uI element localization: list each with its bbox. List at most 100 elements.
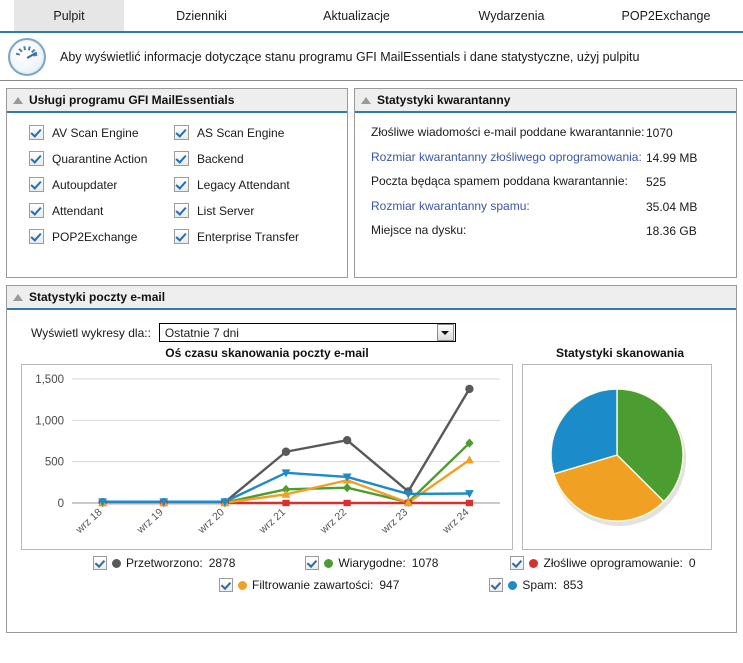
tab-pulpit[interactable]: Pulpit [14, 0, 124, 31]
scan-stats-chart-block: Statystyki skanowania [513, 346, 718, 550]
tab-label: Dzienniki [176, 9, 227, 23]
checkbox-checked-icon[interactable] [29, 203, 44, 218]
service-label: AV Scan Engine [52, 126, 139, 140]
svg-text:wrz 24: wrz 24 [440, 506, 472, 536]
legend-value: 947 [379, 578, 399, 592]
legend-item-legitimate[interactable]: Wiarygodne: 1078 [305, 556, 438, 570]
chart-range-filter-row: Wyświetl wykresy dla:: Ostatnie 7 dni [7, 310, 736, 342]
tab-label: Wydarzenia [479, 9, 545, 23]
banner-text: Aby wyświetlić informacje dotyczące stan… [60, 50, 639, 64]
services-list: AV Scan Engine AS Scan Engine Quarantine… [7, 113, 347, 244]
chart-range-select[interactable]: Ostatnie 7 dni [159, 323, 456, 342]
tab-aktualizacje[interactable]: Aktualizacje [279, 0, 434, 31]
checkbox-checked-icon[interactable] [219, 578, 233, 592]
series-color-swatch [529, 559, 538, 568]
checkbox-checked-icon[interactable] [174, 151, 189, 166]
row-value: 14.99 MB [646, 150, 728, 165]
timeline-chart-title: Oś czasu skanowania poczty e-mail [21, 346, 513, 360]
row-label: Poczta będąca spamem poddana kwarantanni… [363, 174, 646, 190]
email-stats-panel: Statystyki poczty e-mail Wyświetl wykres… [6, 285, 737, 633]
chart-range-selected-value: Ostatnie 7 dni [160, 326, 437, 340]
quarantine-stats-panel: Statystyki kwarantanny Złośliwe wiadomoś… [354, 88, 737, 278]
tab-dzienniki[interactable]: Dzienniki [124, 0, 279, 31]
timeline-chart-svg: 05001,0001,500wrz 18wrz 19wrz 20wrz 21wr… [22, 365, 512, 549]
chevron-down-icon[interactable] [437, 324, 454, 341]
charts-row: Oś czasu skanowania poczty e-mail 05001,… [7, 342, 736, 550]
checkbox-checked-icon[interactable] [174, 203, 189, 218]
checkbox-checked-icon[interactable] [29, 177, 44, 192]
checkbox-checked-icon[interactable] [29, 151, 44, 166]
service-label: Attendant [52, 204, 103, 218]
service-item-av-scan-engine[interactable]: AV Scan Engine [29, 125, 174, 140]
checkbox-checked-icon[interactable] [29, 229, 44, 244]
checkbox-checked-icon[interactable] [174, 125, 189, 140]
svg-text:wrz 22: wrz 22 [317, 506, 349, 536]
quarantine-row-disk-space: Miejsce na dysku: 18.36 GB [363, 223, 728, 239]
legend-label: Spam: [522, 578, 557, 592]
checkbox-checked-icon[interactable] [174, 177, 189, 192]
service-item-quarantine-action[interactable]: Quarantine Action [29, 151, 174, 166]
svg-text:1,000: 1,000 [35, 415, 64, 427]
svg-text:wrz 20: wrz 20 [195, 506, 227, 536]
service-label: Autoupdater [52, 178, 117, 192]
legend-row-1: Przetworzono: 2878 Wiarygodne: 1078 Złoś… [7, 556, 736, 570]
pie-chart-title: Statystyki skanowania [522, 346, 718, 360]
legend-item-malware[interactable]: Złośliwe oprogramowanie: 0 [510, 556, 695, 570]
triangle-up-icon[interactable] [13, 97, 23, 104]
service-item-attendant[interactable]: Attendant [29, 203, 174, 218]
quarantine-stats-list: Złośliwe wiadomości e-mail poddane kwara… [355, 113, 736, 256]
row-label-link[interactable]: Rozmiar kwarantanny spamu: [363, 199, 646, 215]
series-color-swatch [508, 581, 517, 590]
legend-item-processed[interactable]: Przetworzono: 2878 [93, 556, 235, 570]
service-item-list-server[interactable]: List Server [174, 203, 347, 218]
quarantine-row-spam-count: Poczta będąca spamem poddana kwarantanni… [363, 174, 728, 190]
service-item-backend[interactable]: Backend [174, 151, 347, 166]
tab-label: Aktualizacje [323, 9, 390, 23]
services-panel: Usługi programu GFI MailEssentials AV Sc… [6, 88, 348, 278]
quarantine-row-malware-size: Rozmiar kwarantanny złośliwego oprogramo… [363, 150, 728, 166]
checkbox-checked-icon[interactable] [510, 556, 524, 570]
checkbox-checked-icon[interactable] [489, 578, 503, 592]
legend-value: 0 [689, 556, 696, 570]
timeline-chart-frame: 05001,0001,500wrz 18wrz 19wrz 20wrz 21wr… [21, 364, 513, 550]
chart-legend: Przetworzono: 2878 Wiarygodne: 1078 Złoś… [7, 550, 736, 592]
svg-text:1,500: 1,500 [35, 374, 64, 386]
row-value: 35.04 MB [646, 199, 728, 214]
service-item-pop2exchange[interactable]: POP2Exchange [29, 229, 174, 244]
checkbox-checked-icon[interactable] [305, 556, 319, 570]
legend-label: Przetworzono: [126, 556, 203, 570]
info-banner: Aby wyświetlić informacje dotyczące stan… [0, 33, 743, 81]
legend-value: 853 [563, 578, 583, 592]
checkbox-checked-icon[interactable] [29, 125, 44, 140]
svg-text:wrz 19: wrz 19 [134, 506, 166, 536]
tab-pop2exchange[interactable]: POP2Exchange [589, 0, 743, 31]
legend-item-content-filtering[interactable]: Filtrowanie zawartości: 947 [219, 578, 399, 592]
series-color-swatch [112, 559, 121, 568]
tab-wydarzenia[interactable]: Wydarzenia [434, 0, 589, 31]
legend-item-spam[interactable]: Spam: 853 [489, 578, 583, 592]
service-item-legacy-attendant[interactable]: Legacy Attendant [174, 177, 347, 192]
pie-chart-svg [523, 365, 711, 549]
services-panel-header[interactable]: Usługi programu GFI MailEssentials [7, 89, 347, 113]
svg-text:500: 500 [45, 457, 64, 469]
triangle-up-icon[interactable] [13, 294, 23, 301]
timeline-chart-block: Oś czasu skanowania poczty e-mail 05001,… [7, 346, 513, 550]
legend-value: 1078 [412, 556, 439, 570]
quarantine-row-spam-size: Rozmiar kwarantanny spamu: 35.04 MB [363, 199, 728, 215]
svg-text:wrz 21: wrz 21 [256, 506, 288, 536]
legend-label: Wiarygodne: [338, 556, 405, 570]
main-tab-bar: Pulpit Dzienniki Aktualizacje Wydarzenia… [0, 0, 743, 33]
service-item-as-scan-engine[interactable]: AS Scan Engine [174, 125, 347, 140]
checkbox-checked-icon[interactable] [174, 229, 189, 244]
service-label: AS Scan Engine [197, 126, 284, 140]
legend-value: 2878 [209, 556, 236, 570]
checkbox-checked-icon[interactable] [93, 556, 107, 570]
row-label-link[interactable]: Rozmiar kwarantanny złośliwego oprogramo… [363, 150, 646, 166]
triangle-up-icon[interactable] [361, 97, 371, 104]
email-panel-header[interactable]: Statystyki poczty e-mail [7, 286, 736, 310]
service-item-enterprise-transfer[interactable]: Enterprise Transfer [174, 229, 347, 244]
quarantine-panel-header[interactable]: Statystyki kwarantanny [355, 89, 736, 113]
quarantine-row-malware-count: Złośliwe wiadomości e-mail poddane kwara… [363, 125, 728, 141]
service-label: Enterprise Transfer [197, 230, 299, 244]
service-item-autoupdater[interactable]: Autoupdater [29, 177, 174, 192]
